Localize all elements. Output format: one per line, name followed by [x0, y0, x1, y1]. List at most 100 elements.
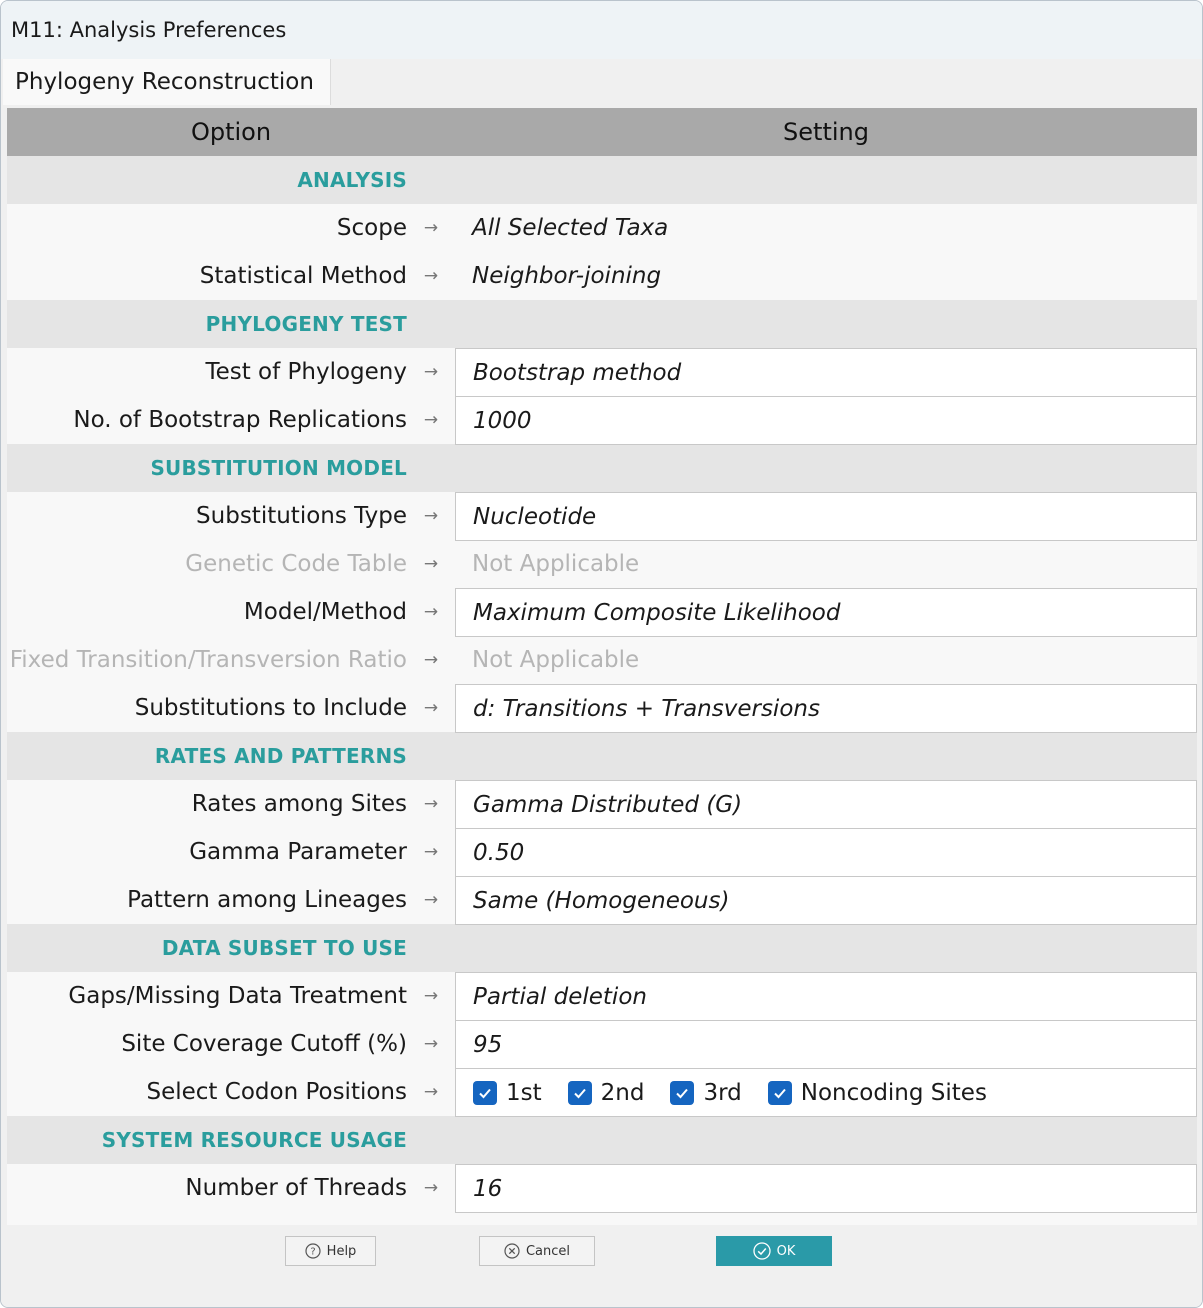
section-substitution-model: SUBSTITUTION MODEL: [7, 444, 1197, 492]
cancel-button[interactable]: Cancel: [479, 1236, 595, 1266]
row-label: Model/Method: [243, 599, 407, 625]
svg-text:?: ?: [310, 1247, 315, 1258]
help-button[interactable]: ? Help: [285, 1236, 376, 1266]
pattern-among-lineages-select[interactable]: Same (Homogeneous): [455, 876, 1197, 925]
tab-label: Phylogeny Reconstruction: [15, 69, 314, 95]
grid-header: Option Setting: [7, 108, 1197, 156]
section-heading: PHYLOGENY TEST: [205, 312, 407, 336]
row-codon-positions: Select Codon Positions → 1st 2nd 3rd Non: [7, 1068, 1197, 1117]
row-substitutions-to-include: Substitutions to Include → d: Transition…: [7, 684, 1197, 733]
checkbox-label: 3rd: [703, 1079, 742, 1106]
arrow-icon: →: [423, 986, 439, 1006]
preferences-grid: Option Setting ANALYSIS Scope → All Sele…: [7, 108, 1197, 1225]
cancel-icon: [504, 1243, 520, 1259]
fixed-ratio-value: Not Applicable: [472, 647, 640, 673]
arrow-icon: →: [423, 1082, 439, 1102]
checkbox-label: 2nd: [600, 1079, 645, 1106]
arrow-icon: →: [423, 362, 439, 382]
dialog-footer: ? Help Cancel OK: [1, 1225, 1202, 1307]
row-label: Gamma Parameter: [189, 839, 407, 865]
section-heading: SUBSTITUTION MODEL: [150, 456, 407, 480]
scope-value: All Selected Taxa: [472, 215, 669, 241]
row-label: Gaps/Missing Data Treatment: [68, 983, 407, 1009]
model-method-select[interactable]: Maximum Composite Likelihood: [455, 588, 1197, 637]
row-gaps-missing: Gaps/Missing Data Treatment → Partial de…: [7, 972, 1197, 1021]
substitutions-type-select[interactable]: Nucleotide: [455, 492, 1197, 541]
row-label: Scope: [336, 215, 407, 241]
row-label: Statistical Method: [199, 263, 407, 289]
row-label: Fixed Transition/Transversion Ratio: [9, 647, 407, 673]
arrow-icon: →: [423, 410, 439, 430]
row-label: Pattern among Lineages: [127, 887, 407, 913]
arrow-icon: →: [423, 650, 439, 670]
noncoding-sites-checkbox[interactable]: Noncoding Sites: [767, 1079, 987, 1106]
row-label: Select Codon Positions: [146, 1079, 408, 1105]
window-title: M11: Analysis Preferences: [11, 18, 287, 42]
checkbox-label: Noncoding Sites: [800, 1079, 987, 1106]
row-label: Rates among Sites: [191, 791, 407, 817]
arrow-icon: →: [423, 890, 439, 910]
section-heading: ANALYSIS: [297, 168, 407, 192]
row-statistical-method: Statistical Method → Neighbor-joining: [7, 252, 1197, 300]
row-gamma-parameter: Gamma Parameter → 0.50: [7, 828, 1197, 877]
section-phylogeny-test: PHYLOGENY TEST: [7, 300, 1197, 348]
arrow-icon: →: [423, 506, 439, 526]
test-of-phylogeny-select[interactable]: Bootstrap method: [455, 348, 1197, 397]
row-genetic-code-table: Genetic Code Table → Not Applicable: [7, 540, 1197, 588]
row-test-of-phylogeny: Test of Phylogeny → Bootstrap method: [7, 348, 1197, 397]
tab-phylogeny-reconstruction[interactable]: Phylogeny Reconstruction: [3, 59, 331, 105]
help-label: Help: [326, 1243, 357, 1259]
gamma-parameter-input[interactable]: 0.50: [455, 828, 1197, 877]
checkbox-label: 1st: [506, 1079, 542, 1106]
row-label: Genetic Code Table: [185, 551, 407, 577]
row-bootstrap-replications: No. of Bootstrap Replications → 1000: [7, 396, 1197, 445]
checkbox-checked-icon: [767, 1080, 792, 1105]
row-scope: Scope → All Selected Taxa: [7, 204, 1197, 252]
codon-3rd-checkbox[interactable]: 3rd: [670, 1079, 742, 1106]
bootstrap-replications-input[interactable]: 1000: [455, 396, 1197, 445]
ok-button[interactable]: OK: [716, 1236, 832, 1266]
section-heading: RATES AND PATTERNS: [154, 744, 407, 768]
codon-positions-group: 1st 2nd 3rd Noncoding Sites: [455, 1068, 1197, 1117]
ok-check-icon: [752, 1242, 771, 1260]
codon-1st-checkbox[interactable]: 1st: [473, 1080, 542, 1106]
rates-among-sites-select[interactable]: Gamma Distributed (G): [455, 780, 1197, 829]
arrow-icon: →: [423, 1178, 439, 1198]
site-coverage-input[interactable]: 95: [455, 1020, 1197, 1069]
row-substitutions-type: Substitutions Type → Nucleotide: [7, 492, 1197, 541]
gaps-missing-select[interactable]: Partial deletion: [455, 972, 1197, 1021]
arrow-icon: →: [423, 218, 439, 238]
window-titlebar: M11: Analysis Preferences: [1, 1, 1202, 59]
row-label: Number of Threads: [185, 1175, 407, 1201]
row-model-method: Model/Method → Maximum Composite Likelih…: [7, 588, 1197, 637]
row-label: Site Coverage Cutoff (%): [121, 1031, 407, 1057]
row-label: Substitutions to Include: [134, 695, 407, 721]
codon-2nd-checkbox[interactable]: 2nd: [567, 1079, 645, 1106]
row-label: Test of Phylogeny: [205, 359, 407, 385]
tab-strip: Phylogeny Reconstruction: [1, 59, 1202, 105]
arrow-icon: →: [423, 266, 439, 286]
genetic-code-table-value: Not Applicable: [472, 551, 640, 577]
section-heading: SYSTEM RESOURCE USAGE: [101, 1128, 407, 1152]
row-rates-among-sites: Rates among Sites → Gamma Distributed (G…: [7, 780, 1197, 829]
arrow-icon: →: [423, 698, 439, 718]
threads-input[interactable]: 16: [455, 1164, 1197, 1213]
help-icon: ?: [305, 1243, 321, 1259]
row-label: Substitutions Type: [196, 503, 407, 529]
ok-label: OK: [776, 1243, 796, 1259]
substitutions-to-include-select[interactable]: d: Transitions + Transversions: [455, 684, 1197, 733]
section-data-subset: DATA SUBSET TO USE: [7, 924, 1197, 972]
checkbox-checked-icon: [670, 1080, 695, 1105]
row-pattern-among-lineages: Pattern among Lineages → Same (Homogeneo…: [7, 876, 1197, 925]
row-threads: Number of Threads → 16: [7, 1164, 1197, 1213]
arrow-icon: →: [423, 794, 439, 814]
arrow-icon: →: [423, 602, 439, 622]
row-label: No. of Bootstrap Replications: [73, 407, 407, 433]
section-analysis: ANALYSIS: [7, 156, 1197, 204]
section-heading: DATA SUBSET TO USE: [161, 936, 407, 960]
row-site-coverage: Site Coverage Cutoff (%) → 95: [7, 1020, 1197, 1069]
arrow-icon: →: [423, 842, 439, 862]
cancel-label: Cancel: [525, 1243, 571, 1259]
option-column-header: Option: [190, 118, 272, 146]
section-rates-and-patterns: RATES AND PATTERNS: [7, 732, 1197, 780]
